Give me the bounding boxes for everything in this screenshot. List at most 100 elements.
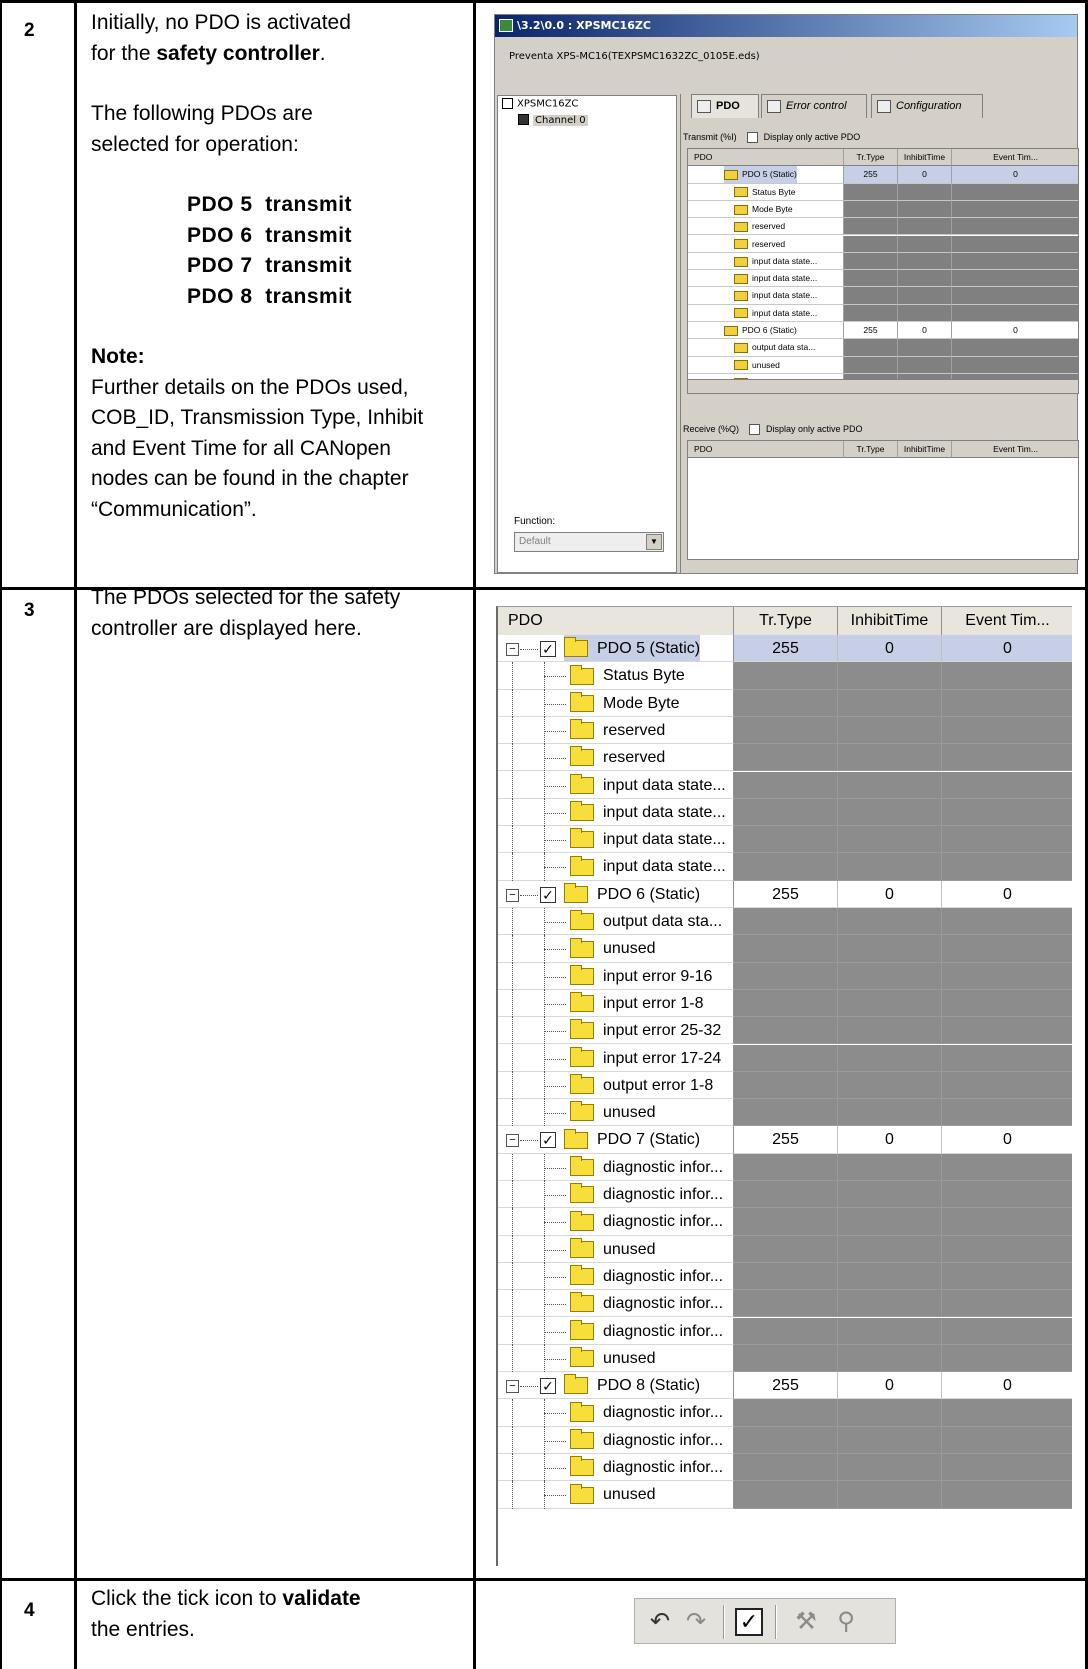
column-header[interactable]: Tr.Type — [734, 607, 838, 636]
build-icon[interactable]: ⚒ — [791, 1607, 821, 1637]
collapse-icon[interactable]: − — [506, 888, 519, 902]
table-row[interactable]: reserved — [498, 716, 1072, 745]
table-row[interactable]: unused — [498, 1235, 1072, 1263]
column-header[interactable]: Tr.Type — [844, 441, 898, 459]
display-active-checkbox[interactable] — [746, 132, 758, 144]
table-row[interactable]: diagnostic infor... — [498, 1262, 1072, 1291]
pdo-checkbox[interactable]: ✓ — [540, 1132, 556, 1149]
pdo-value-cell[interactable]: 255 — [734, 1372, 838, 1400]
table-row[interactable]: input error 17-24 — [498, 1044, 1072, 1072]
pdo-list-item: PDO 6 transmit — [187, 223, 353, 247]
pdo-value-cell[interactable]: 0 — [942, 1126, 1072, 1154]
pdo-value-cell[interactable]: 0 — [952, 322, 1078, 340]
tree-node-channel[interactable]: Channel 0 — [518, 114, 588, 126]
table-row[interactable]: input data state... — [498, 771, 1072, 799]
table-row[interactable]: input error 1-8 — [498, 989, 1072, 1018]
pdo-checkbox[interactable]: ✓ — [540, 641, 556, 657]
table-row[interactable]: diagnostic infor... — [498, 1290, 1072, 1318]
pdo-value-cell[interactable]: 0 — [898, 166, 952, 184]
pdo-value-cell[interactable]: 0 — [942, 635, 1072, 663]
column-header[interactable]: Event Tim... — [952, 441, 1078, 459]
pdo-value-cell[interactable]: 0 — [898, 322, 952, 340]
horizontal-scrollbar[interactable] — [688, 379, 1078, 393]
search-icon[interactable]: ⚲ — [831, 1607, 861, 1637]
table-row[interactable]: Status Byte — [498, 662, 1072, 690]
table-row[interactable]: output data sta... — [688, 339, 1078, 357]
table-row[interactable]: unused — [498, 1344, 1072, 1373]
pdo-value-cell[interactable]: 255 — [734, 635, 838, 663]
pdo-group-row[interactable]: − ✓ PDO 5 (Static) 255 0 0 — [498, 635, 1072, 663]
table-row[interactable]: Status Byte — [688, 183, 1078, 201]
column-header[interactable]: Tr.Type — [844, 149, 898, 167]
pdo-name-cell: diagnostic infor... — [498, 1317, 734, 1345]
table-row[interactable]: input data state... — [688, 304, 1078, 322]
column-header[interactable]: InhibitTime — [898, 441, 952, 459]
collapse-icon[interactable]: − — [506, 643, 519, 656]
validate-check-icon[interactable]: ✓ — [735, 1608, 763, 1636]
pdo-value-cell[interactable]: 0 — [838, 1372, 942, 1400]
pdo-checkbox[interactable]: ✓ — [540, 886, 556, 903]
pdo-group-row[interactable]: − ✓ PDO 7 (Static) 255 0 0 — [498, 1126, 1072, 1154]
table-row[interactable]: unused — [688, 356, 1078, 374]
redo-icon[interactable]: ↷ — [681, 1607, 711, 1637]
table-row[interactable]: diagnostic infor... — [498, 1317, 1072, 1345]
pdo-value-cell[interactable]: 255 — [734, 880, 838, 908]
pdo-value-cell[interactable]: 255 — [844, 166, 898, 184]
table-row[interactable]: input error 9-16 — [498, 962, 1072, 990]
table-row[interactable]: input error 25-32 — [498, 1017, 1072, 1045]
pdo-value-cell[interactable]: 0 — [952, 166, 1078, 184]
table-row[interactable]: diagnostic infor... — [498, 1153, 1072, 1181]
table-row[interactable]: Mode Byte — [688, 200, 1078, 219]
table-row[interactable]: diagnostic infor... — [498, 1399, 1072, 1427]
pdo-name-cell: input error 17-24 — [498, 1044, 734, 1072]
table-row[interactable]: reserved — [498, 744, 1072, 772]
pdo-group-row[interactable]: − ✓ PDO 6 (Static) 255 0 0 — [498, 880, 1072, 908]
table-row[interactable]: input data state... — [498, 798, 1072, 827]
tab-configuration[interactable]: Configuration — [871, 94, 983, 118]
pdo-value-cell[interactable]: 255 — [734, 1126, 838, 1154]
tree-node-device[interactable]: XPSMC16ZC — [502, 98, 578, 110]
table-row[interactable]: Mode Byte — [498, 689, 1072, 717]
table-row[interactable]: input data state... — [688, 252, 1078, 271]
pdo-group-row[interactable]: PDO 6 (Static) 255 0 0 — [688, 322, 1078, 340]
table-row[interactable]: diagnostic infor... — [498, 1181, 1072, 1209]
table-row[interactable]: input data state... — [688, 287, 1078, 305]
chevron-down-icon[interactable]: ▼ — [646, 534, 662, 550]
table-row[interactable]: reserved — [688, 218, 1078, 236]
table-row[interactable]: input data state... — [498, 853, 1072, 881]
column-header[interactable]: InhibitTime — [838, 607, 942, 636]
pdo-value-cell[interactable]: 0 — [838, 1126, 942, 1154]
table-row[interactable]: unused — [498, 1099, 1072, 1127]
table-row[interactable]: input data state... — [498, 826, 1072, 854]
column-header[interactable]: InhibitTime — [898, 149, 952, 167]
pdo-value-cell[interactable]: 0 — [942, 881, 1072, 908]
function-select[interactable]: Default ▼ — [514, 532, 664, 552]
column-header[interactable]: PDO — [688, 149, 844, 167]
pdo-value-cell[interactable]: 0 — [838, 635, 942, 663]
tab-pdo[interactable]: PDO — [691, 94, 759, 118]
pdo-group-row[interactable]: − ✓ PDO 8 (Static) 255 0 0 — [498, 1372, 1072, 1400]
table-row[interactable]: output data sta... — [498, 908, 1072, 936]
collapse-icon[interactable]: − — [506, 1134, 519, 1148]
table-row[interactable]: unused — [498, 935, 1072, 963]
pdo-value-cell[interactable]: 255 — [844, 322, 898, 340]
table-row[interactable]: diagnostic infor... — [498, 1454, 1072, 1482]
table-row[interactable]: output error 1-8 — [498, 1071, 1072, 1100]
tab-error-control[interactable]: Error control — [761, 94, 867, 118]
column-header[interactable]: Event Tim... — [952, 149, 1078, 167]
table-row[interactable]: reserved — [688, 235, 1078, 253]
table-row[interactable]: input data state... — [688, 270, 1078, 288]
undo-icon[interactable]: ↶ — [645, 1607, 675, 1637]
column-header[interactable]: Event Tim... — [942, 607, 1072, 636]
pdo-checkbox[interactable]: ✓ — [540, 1378, 556, 1395]
column-header[interactable]: PDO — [688, 441, 844, 459]
column-header[interactable]: PDO — [498, 607, 734, 636]
table-row[interactable]: diagnostic infor... — [498, 1426, 1072, 1454]
display-active-checkbox[interactable] — [749, 424, 761, 436]
pdo-group-row[interactable]: PDO 5 (Static) 255 0 0 — [688, 166, 1078, 184]
table-row[interactable]: unused — [498, 1481, 1072, 1509]
table-row[interactable]: diagnostic infor... — [498, 1208, 1072, 1236]
pdo-value-cell[interactable]: 0 — [838, 880, 942, 908]
collapse-icon[interactable]: − — [506, 1380, 519, 1394]
pdo-value-cell[interactable]: 0 — [942, 1372, 1072, 1400]
